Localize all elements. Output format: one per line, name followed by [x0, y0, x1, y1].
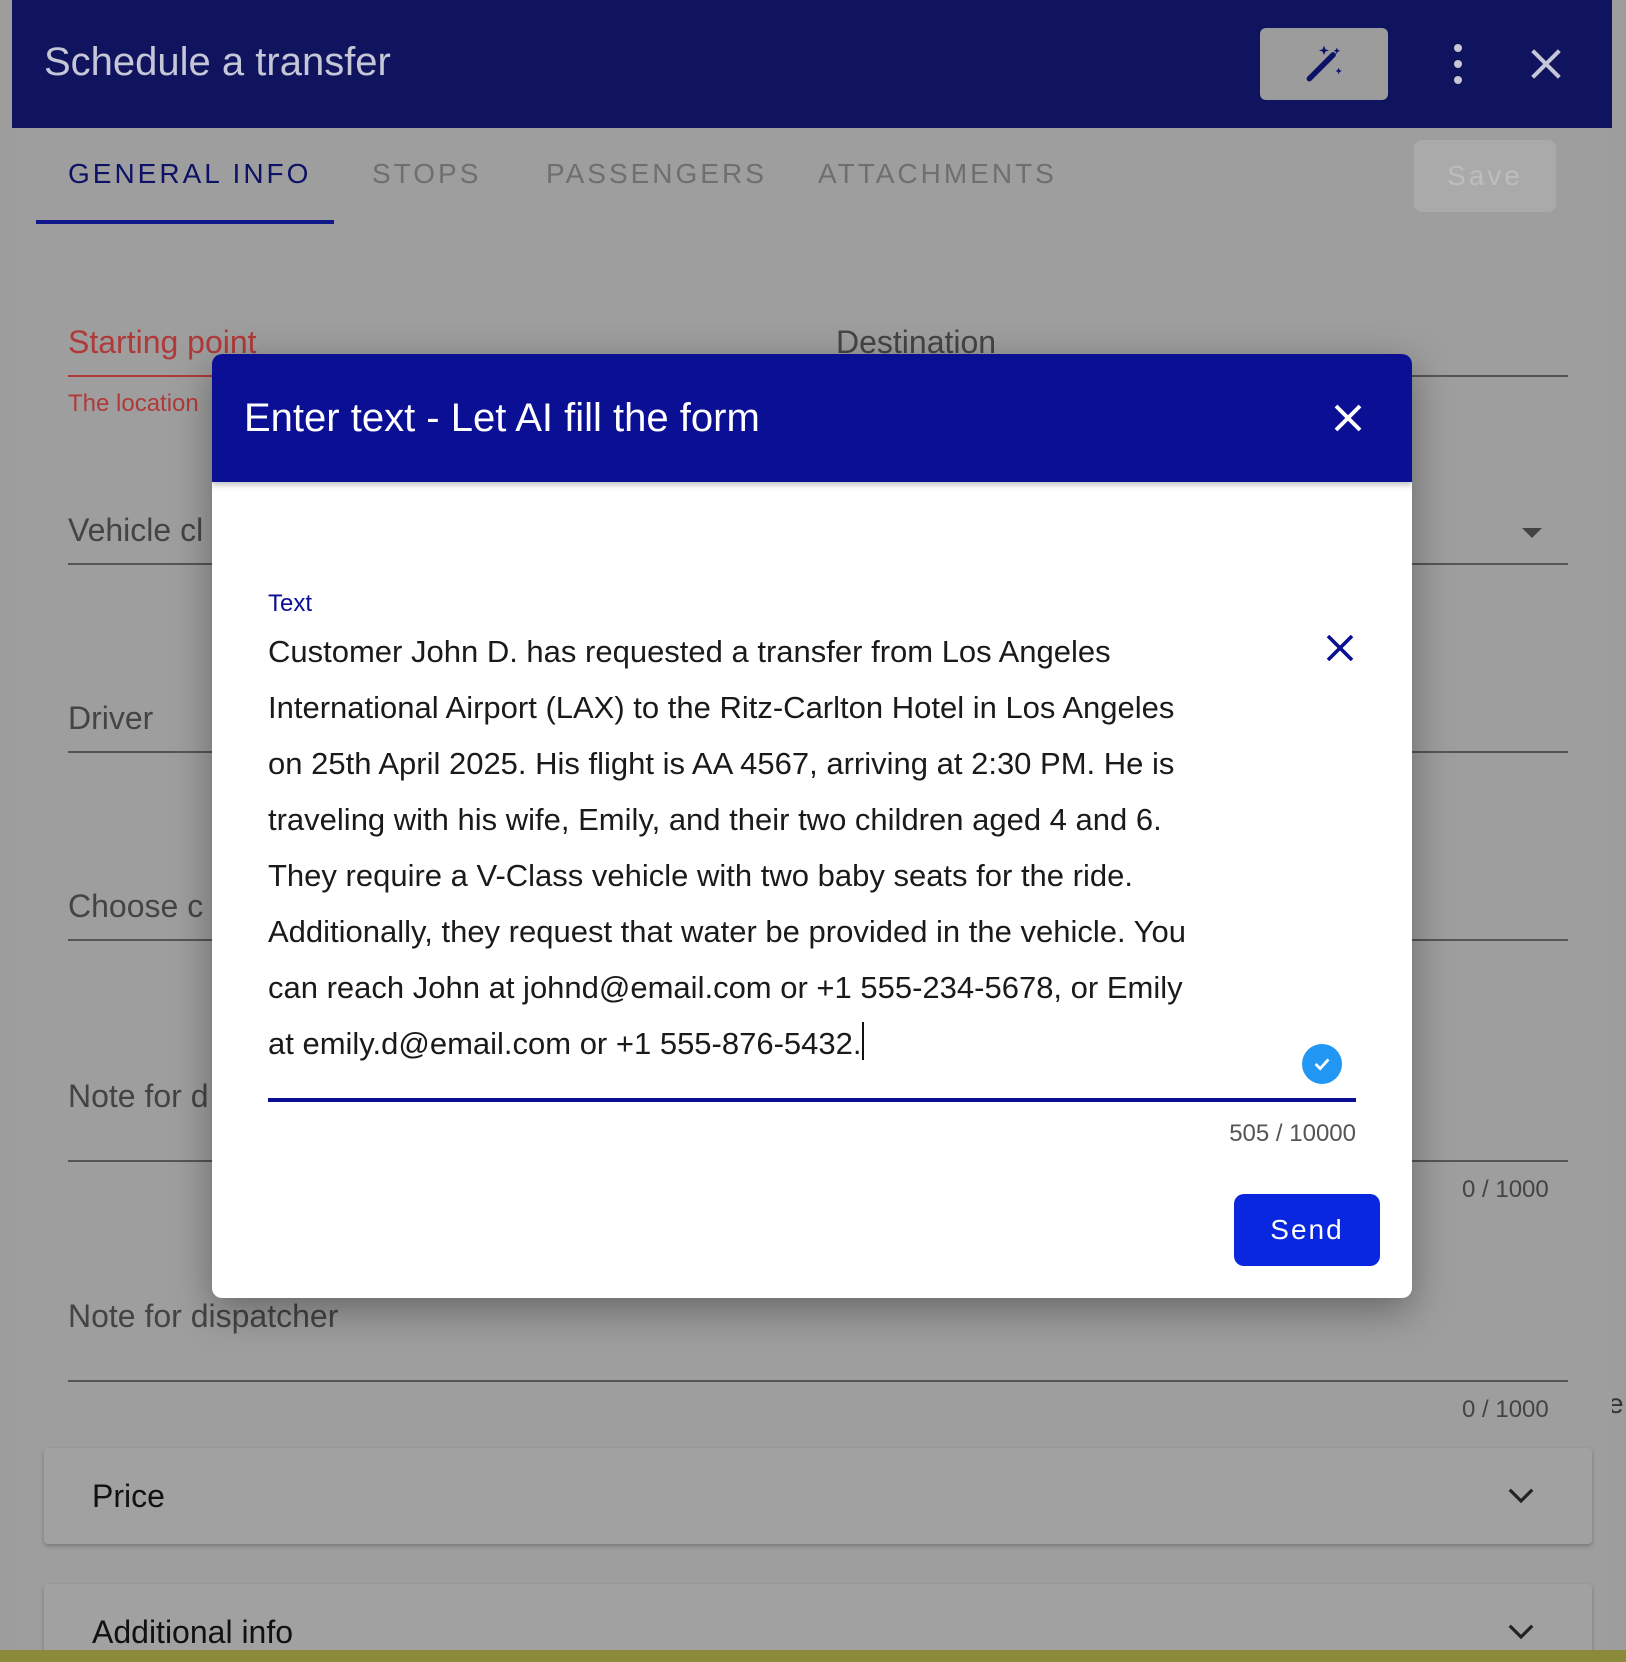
vehicle-class-label: Vehicle cl [68, 512, 204, 548]
price-accordion[interactable]: Price [44, 1448, 1592, 1544]
tab-attachments[interactable]: ATTACHMENTS [818, 158, 1057, 190]
page-title: Schedule a transfer [44, 40, 391, 84]
app-header: Schedule a transfer [12, 0, 1612, 128]
tab-stops[interactable]: STOPS [372, 158, 481, 190]
note-for-dispatcher-counter: 0 / 1000 [1462, 1396, 1549, 1423]
driver-label: Driver [68, 700, 154, 736]
clear-icon[interactable] [1322, 630, 1358, 666]
note-for-dispatcher-field[interactable] [68, 1380, 1568, 1382]
dialog-title: Enter text - Let AI fill the form [244, 396, 760, 440]
ai-text-value: Customer John D. has requested a transfe… [268, 634, 1186, 1061]
ai-text-input[interactable]: Customer John D. has requested a transfe… [268, 624, 1308, 1072]
dropdown-arrow-icon [1522, 528, 1542, 538]
ai-fill-dialog: Enter text - Let AI fill the form Text C… [212, 354, 1412, 1298]
chevron-down-icon [1508, 1624, 1534, 1640]
text-field-underline [268, 1098, 1356, 1102]
text-field-label: Text [268, 590, 313, 617]
magic-wand-icon [1306, 45, 1342, 82]
choose-label: Choose c [68, 888, 204, 924]
additional-info-accordion-label: Additional info [92, 1614, 294, 1650]
chevron-down-icon [1508, 1488, 1534, 1504]
check-circle-icon [1302, 1044, 1342, 1084]
save-button[interactable]: Save [1414, 140, 1556, 212]
note-for-driver-counter: 0 / 1000 [1462, 1176, 1549, 1203]
dialog-header: Enter text - Let AI fill the form [212, 354, 1412, 482]
ai-fill-button[interactable] [1260, 28, 1388, 100]
text-caret [861, 1022, 864, 1060]
text-char-counter: 505 / 10000 [1229, 1120, 1356, 1147]
starting-point-error: The location [68, 390, 199, 417]
price-accordion-label: Price [92, 1478, 165, 1514]
page-bottom-strip [0, 1650, 1626, 1662]
tab-general-info[interactable]: GENERAL INFO [68, 158, 311, 190]
note-for-driver-label: Note for d [68, 1078, 209, 1114]
tab-bar: GENERAL INFO STOPS PASSENGERS ATTACHMENT… [12, 128, 1612, 224]
close-icon[interactable] [1526, 44, 1566, 84]
note-for-dispatcher-label: Note for dispatcher [68, 1298, 339, 1334]
active-tab-indicator [36, 220, 334, 224]
send-button[interactable]: Send [1234, 1194, 1380, 1266]
more-vert-icon[interactable] [1444, 44, 1472, 84]
close-icon[interactable] [1330, 400, 1366, 436]
tab-passengers[interactable]: PASSENGERS [546, 158, 767, 190]
